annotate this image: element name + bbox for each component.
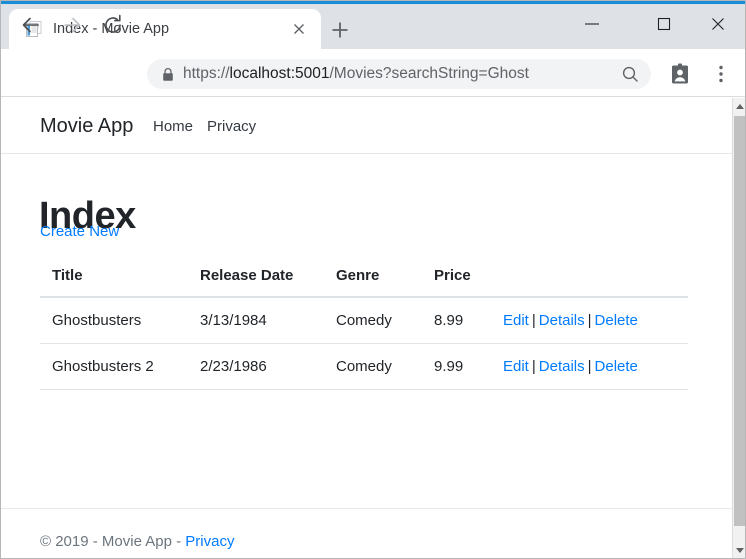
browser-tab[interactable]: Index - Movie App (9, 9, 321, 49)
window-minimize-icon[interactable] (569, 7, 615, 40)
url-host: localhost:5001 (229, 65, 330, 82)
cell-price: 8.99 (434, 312, 464, 329)
nav-link-privacy[interactable]: Privacy (207, 117, 256, 137)
action-separator: | (587, 312, 592, 329)
cell-actions: Edit | Details | Delete (503, 311, 638, 331)
table-row: Ghostbusters 3/13/1984 Comedy 8.99 Edit |… (40, 298, 688, 344)
scrollbar-thumb[interactable] (734, 116, 745, 526)
footer-text: © 2019 - Movie App - Privacy (40, 532, 234, 552)
scrollbar-up-arrow-icon[interactable] (733, 98, 745, 115)
cell-title: Ghostbusters 2 (52, 358, 154, 375)
window-maximize-icon[interactable] (641, 7, 687, 40)
delete-link[interactable]: Delete (595, 358, 638, 375)
cell-release-date: 3/13/1984 (200, 312, 267, 329)
cell-genre: Comedy (336, 358, 392, 375)
action-separator: | (587, 358, 592, 375)
tab-title: Index - Movie App (53, 21, 170, 37)
forward-button-icon (59, 12, 85, 38)
navbar-brand[interactable]: Movie App (40, 114, 133, 138)
cell-title: Ghostbusters (52, 312, 142, 329)
action-separator: | (531, 312, 536, 329)
new-tab-plus-icon[interactable] (327, 17, 353, 43)
address-bar-url: https://localhost:5001/Movies?searchStri… (183, 64, 603, 84)
url-scheme: https:// (183, 65, 230, 82)
cell-release-date: 2/23/1986 (200, 358, 267, 375)
cell-genre: Comedy (336, 312, 392, 329)
table-header-row: Title Release Date Genre Price (40, 256, 688, 298)
delete-link[interactable]: Delete (595, 312, 638, 329)
lock-icon[interactable] (161, 67, 175, 82)
page-viewport: Movie App Home Privacy Index Create New … (1, 98, 732, 558)
edit-link[interactable]: Edit (503, 358, 529, 375)
cell-actions: Edit | Details | Delete (503, 357, 638, 377)
details-link[interactable]: Details (539, 358, 585, 375)
column-header-release-date: Release Date (200, 267, 294, 284)
back-button-icon[interactable] (18, 12, 44, 38)
profile-card-icon[interactable] (670, 63, 690, 85)
column-header-genre: Genre (336, 267, 380, 284)
scrollbar-down-arrow-icon[interactable] (733, 542, 745, 558)
details-link[interactable]: Details (539, 312, 585, 329)
site-footer: © 2019 - Movie App - Privacy (1, 508, 732, 558)
page-scrollbar[interactable] (732, 98, 745, 558)
movies-table: Title Release Date Genre Price Ghostbust… (40, 256, 688, 390)
action-separator: | (531, 358, 536, 375)
reload-button-icon[interactable] (100, 12, 126, 38)
nav-link-home[interactable]: Home (153, 117, 193, 137)
url-path: /Movies?searchString=Ghost (329, 65, 529, 82)
tab-close-icon[interactable] (289, 19, 309, 39)
column-header-price: Price (434, 267, 471, 284)
footer-privacy-link[interactable]: Privacy (185, 533, 234, 550)
cell-price: 9.99 (434, 358, 464, 375)
edit-link[interactable]: Edit (503, 312, 529, 329)
window-close-icon[interactable] (695, 7, 741, 40)
footer-copyright: © 2019 - Movie App - (40, 533, 186, 550)
create-new-link[interactable]: Create New (40, 222, 119, 242)
three-dots-menu-icon[interactable] (712, 63, 730, 85)
column-header-title: Title (52, 267, 83, 284)
browser-window: Index - Movie App https://localhost:5001… (0, 0, 746, 559)
site-navbar: Movie App Home Privacy (1, 98, 732, 154)
search-icon[interactable] (620, 64, 640, 84)
table-row: Ghostbusters 2 2/23/1986 Comedy 9.99 Edi… (40, 344, 688, 390)
